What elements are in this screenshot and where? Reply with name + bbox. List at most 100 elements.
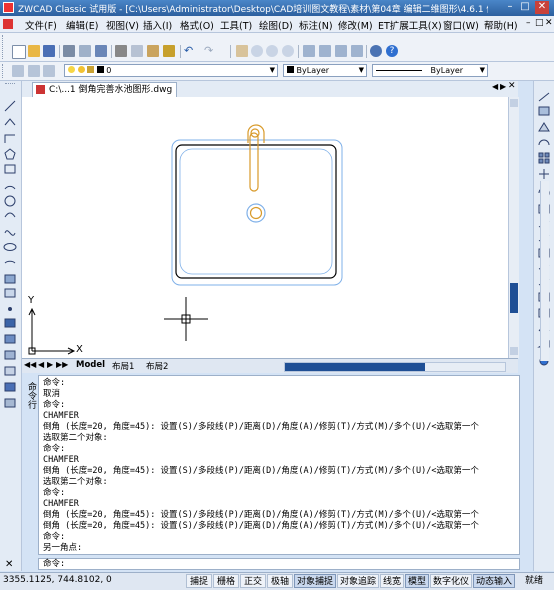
copy-icon[interactable] (131, 45, 143, 57)
cut-icon[interactable] (115, 45, 127, 57)
move-icon (539, 169, 549, 179)
maximize-button[interactable]: □ (518, 1, 532, 14)
tab-model[interactable]: Model (76, 360, 105, 370)
ortho-toggle[interactable]: 正交 (240, 574, 266, 588)
mdi-close-icon[interactable]: ✕ (545, 18, 553, 28)
osnap-toggle[interactable]: 对象捕捉 (294, 574, 336, 588)
history-line: 命令: (43, 532, 66, 542)
close-command-panel-icon[interactable]: ✕ (5, 559, 13, 570)
menu-file[interactable]: 文件(F) (25, 18, 57, 32)
zoom-realtime-icon[interactable] (251, 45, 263, 57)
design-center-icon[interactable] (319, 45, 331, 57)
toolbar-grip[interactable] (2, 64, 6, 78)
line-icon (4, 100, 16, 112)
tab-scroll-right-icon[interactable]: ▶ (500, 82, 506, 91)
horizontal-scrollbar[interactable] (284, 362, 506, 372)
match-properties-icon[interactable] (163, 45, 175, 57)
linetype-combo[interactable]: ByLayer ▼ (372, 64, 488, 77)
menu-draw[interactable]: 绘图(D) (259, 18, 293, 32)
scroll-thumb[interactable] (510, 283, 518, 313)
layout-tab-bar: ◀◀ ◀ ▶ ▶▶ Model 布局1 布局2 (22, 358, 518, 373)
menu-view[interactable]: 视图(V) (106, 18, 139, 32)
menu-help[interactable]: 帮助(H) (484, 18, 518, 32)
snap-toggle[interactable]: 捕捉 (186, 574, 212, 588)
horizontal-scroll-thumb[interactable] (285, 363, 425, 371)
zoom-search-icon[interactable] (370, 45, 382, 57)
ray-icon (4, 134, 15, 143)
menu-modify[interactable]: 修改(M) (338, 18, 373, 32)
circle-icon (4, 195, 16, 207)
toolbar-grip[interactable] (2, 35, 6, 59)
menu-window[interactable]: 窗口(W) (443, 18, 479, 32)
tool-palette-icon[interactable] (335, 45, 347, 57)
menu-edit[interactable]: 编辑(E) (66, 18, 98, 32)
app-icon[interactable] (3, 2, 14, 13)
mdi-restore-icon[interactable]: □ (535, 18, 544, 28)
canvas-vertical-scrollbar[interactable] (508, 97, 519, 358)
history-line: 倒角 (长度=20, 角度=45): 设置(S)/多段线(P)/距离(D)/角度… (43, 510, 479, 520)
model-toggle[interactable]: 模型 (405, 574, 429, 588)
mirror-icon (538, 122, 550, 132)
paste-icon[interactable] (147, 45, 159, 57)
tab-layout1[interactable]: 布局1 (112, 360, 134, 372)
layer-on-icon (68, 66, 75, 73)
last-tab-icon[interactable]: ▶▶ (56, 360, 68, 369)
linetype-preview (376, 70, 422, 71)
save-icon[interactable] (43, 45, 55, 57)
mdi-minimize-icon[interactable]: – (526, 18, 531, 28)
zoom-window-icon[interactable] (266, 45, 278, 57)
open-folder-icon[interactable] (28, 45, 40, 57)
scroll-down-arrow[interactable] (510, 347, 518, 355)
publish-icon[interactable] (95, 45, 107, 57)
close-button[interactable]: ✕ (535, 1, 549, 14)
close-document-icon[interactable]: ✕ (508, 81, 516, 91)
drawing-canvas[interactable]: Y X (22, 97, 519, 358)
first-tab-icon[interactable]: ◀◀ (24, 360, 36, 369)
toolbar-grip[interactable] (5, 83, 15, 88)
minimize-button[interactable]: – (503, 1, 517, 14)
layer-combo[interactable]: 0 ▼ (64, 64, 278, 77)
prev-tab-icon[interactable]: ◀ (38, 360, 44, 369)
print-icon[interactable] (63, 45, 75, 57)
coordinates-readout: 3355.1125, 744.8102, 0 (3, 575, 112, 585)
menu-dimension[interactable]: 标注(N) (299, 18, 333, 32)
polygon-icon (4, 148, 16, 160)
zoom-previous-icon[interactable] (282, 45, 294, 57)
polar-toggle[interactable]: 极轴 (267, 574, 293, 588)
pan-icon[interactable] (236, 45, 248, 57)
doc-icon[interactable] (3, 19, 13, 29)
undo-icon[interactable]: ↶ (184, 45, 196, 57)
help-icon[interactable]: ? (386, 45, 398, 57)
sheet-set-icon[interactable] (351, 45, 363, 57)
menu-insert[interactable]: 插入(I) (143, 18, 172, 32)
scroll-up-arrow[interactable] (510, 99, 518, 107)
print-preview-icon[interactable] (79, 45, 91, 57)
tablet-toggle[interactable]: 数字化仪 (430, 574, 472, 588)
ucs-y-label: Y (28, 295, 35, 306)
tab-layout2[interactable]: 布局2 (146, 360, 168, 372)
menu-et-tools[interactable]: ET扩展工具(X) (378, 18, 442, 32)
color-combo[interactable]: ByLayer ▼ (283, 64, 367, 77)
grid-toggle[interactable]: 栅格 (213, 574, 239, 588)
document-tab[interactable]: C:\...1 倒角完善水池图形.dwg (32, 82, 178, 97)
history-line: CHAMFER (43, 411, 79, 421)
vertical-scrollbar[interactable] (540, 181, 549, 361)
make-current-icon[interactable] (43, 65, 55, 77)
faucet-icon (247, 124, 265, 192)
layer-state-icon[interactable] (28, 65, 40, 77)
menu-tools[interactable]: 工具(T) (220, 18, 252, 32)
layer-manager-icon[interactable] (12, 65, 24, 77)
command-input[interactable]: 命令: (38, 558, 520, 570)
menu-format[interactable]: 格式(O) (180, 18, 214, 32)
dynamic-input-toggle[interactable]: 动态输入 (473, 574, 515, 588)
properties-icon[interactable] (303, 45, 315, 57)
redo-icon[interactable]: ↷ (204, 45, 216, 57)
otrack-toggle[interactable]: 对象追踪 (337, 574, 379, 588)
new-file-icon[interactable] (12, 45, 26, 59)
ready-status: 就绪 (524, 576, 543, 586)
history-line: CHAMFER (43, 455, 79, 465)
lineweight-toggle[interactable]: 线宽 (380, 574, 404, 588)
command-history[interactable]: 命令: 取消 命令: CHAMFER 倒角 (长度=20, 角度=45): 设置… (38, 375, 520, 555)
tab-scroll-left-icon[interactable]: ◀ (492, 82, 498, 91)
next-tab-icon[interactable]: ▶ (47, 360, 53, 369)
